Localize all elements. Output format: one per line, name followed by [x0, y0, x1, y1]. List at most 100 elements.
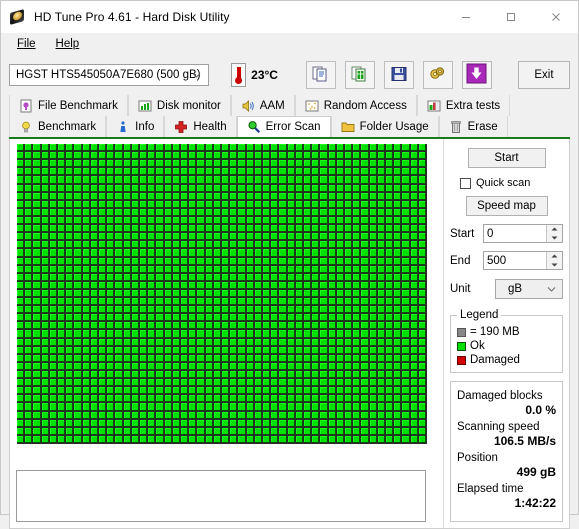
- tab-info[interactable]: Info: [106, 116, 164, 137]
- maximize-icon[interactable]: [488, 1, 533, 33]
- block-cell: [222, 420, 230, 428]
- tab-benchmark[interactable]: Benchmark: [9, 116, 106, 137]
- block-cell: [91, 420, 99, 428]
- block-cell: [25, 160, 33, 168]
- spinner-down-icon[interactable]: [547, 261, 562, 270]
- block-cell: [361, 185, 369, 193]
- speed-map-button[interactable]: Speed map: [466, 196, 548, 216]
- block-cell: [386, 209, 394, 217]
- start-input[interactable]: [484, 225, 546, 242]
- block-cell: [411, 371, 419, 379]
- tab-random-access[interactable]: Random Access: [295, 95, 417, 116]
- quick-scan-row[interactable]: Quick scan: [460, 177, 563, 189]
- block-cell: [279, 420, 287, 428]
- block-cell: [165, 282, 173, 290]
- tab-erase[interactable]: Erase: [439, 116, 508, 137]
- block-cell: [25, 241, 33, 249]
- block-cell: [140, 403, 148, 411]
- start-spinner-buttons[interactable]: [546, 225, 562, 242]
- tab-aam[interactable]: AAM: [231, 95, 295, 116]
- block-cell: [230, 420, 238, 428]
- block-cell: [230, 428, 238, 436]
- drive-select[interactable]: HGST HTS545050A7E680 (500 gB): [9, 64, 209, 86]
- spinner-down-icon[interactable]: [547, 234, 562, 243]
- settings-button[interactable]: [423, 61, 453, 89]
- block-cell: [279, 176, 287, 184]
- block-cell: [255, 403, 263, 411]
- block-cell: [99, 314, 107, 322]
- tab-error-scan[interactable]: Error Scan: [237, 116, 331, 137]
- block-cell: [148, 160, 156, 168]
- block-cell: [345, 339, 353, 347]
- block-cell: [238, 314, 246, 322]
- unit-select[interactable]: gB: [495, 279, 563, 299]
- block-cell: [411, 241, 419, 249]
- end-spinner-buttons[interactable]: [546, 252, 562, 269]
- tab-folder-usage[interactable]: Folder Usage: [331, 116, 439, 137]
- block-cell: [337, 322, 345, 330]
- block-cell: [378, 306, 386, 314]
- block-cell: [255, 266, 263, 274]
- block-cell: [296, 282, 304, 290]
- menu-file[interactable]: File: [7, 36, 46, 52]
- block-cell: [189, 347, 197, 355]
- block-cell: [222, 347, 230, 355]
- block-cell: [99, 306, 107, 314]
- quick-scan-checkbox[interactable]: [460, 178, 471, 189]
- block-map-grid[interactable]: [16, 143, 428, 445]
- copy-text-button[interactable]: [306, 61, 336, 89]
- save-button[interactable]: [384, 61, 414, 89]
- download-button[interactable]: [462, 61, 492, 89]
- block-cell: [386, 233, 394, 241]
- block-cell: [99, 274, 107, 282]
- tab-file-benchmark[interactable]: File Benchmark: [9, 95, 128, 116]
- block-cell: [238, 241, 246, 249]
- block-cell: [25, 201, 33, 209]
- start-spinner[interactable]: [483, 224, 563, 243]
- block-cell: [279, 347, 287, 355]
- block-cell: [25, 363, 33, 371]
- block-cell: [419, 436, 427, 444]
- block-cell: [386, 371, 394, 379]
- block-cell: [189, 290, 197, 298]
- block-cell: [353, 274, 361, 282]
- block-cell: [271, 371, 279, 379]
- block-cell: [230, 266, 238, 274]
- block-cell: [181, 176, 189, 184]
- exit-button[interactable]: Exit: [518, 61, 570, 89]
- block-cell: [165, 412, 173, 420]
- block-cell: [304, 347, 312, 355]
- block-cell: [107, 266, 115, 274]
- block-cell: [345, 428, 353, 436]
- tab-health[interactable]: Health: [164, 116, 236, 137]
- close-icon[interactable]: [533, 1, 578, 33]
- spinner-up-icon[interactable]: [547, 252, 562, 261]
- end-input[interactable]: [484, 252, 546, 269]
- block-cell: [329, 176, 337, 184]
- block-cell: [320, 168, 328, 176]
- menu-help[interactable]: Help: [46, 36, 90, 52]
- block-cell: [58, 266, 66, 274]
- block-cell: [386, 436, 394, 444]
- spinner-up-icon[interactable]: [547, 225, 562, 234]
- block-cell: [361, 282, 369, 290]
- minimize-icon[interactable]: [443, 1, 488, 33]
- block-cell: [156, 217, 164, 225]
- block-cell: [197, 233, 205, 241]
- block-cell: [378, 282, 386, 290]
- end-spinner[interactable]: [483, 251, 563, 270]
- tab-disk-monitor[interactable]: Disk monitor: [128, 95, 231, 116]
- block-cell: [50, 412, 58, 420]
- tab-extra-tests[interactable]: Extra tests: [417, 95, 510, 116]
- start-scan-button[interactable]: Start: [468, 148, 546, 168]
- block-cell: [189, 266, 197, 274]
- copy-excel-button[interactable]: [345, 61, 375, 89]
- block-cell: [66, 152, 74, 160]
- block-cell: [197, 258, 205, 266]
- block-cell: [304, 201, 312, 209]
- block-cell: [411, 339, 419, 347]
- block-cell: [337, 249, 345, 257]
- block-cell: [411, 233, 419, 241]
- block-cell: [148, 185, 156, 193]
- block-cell: [271, 347, 279, 355]
